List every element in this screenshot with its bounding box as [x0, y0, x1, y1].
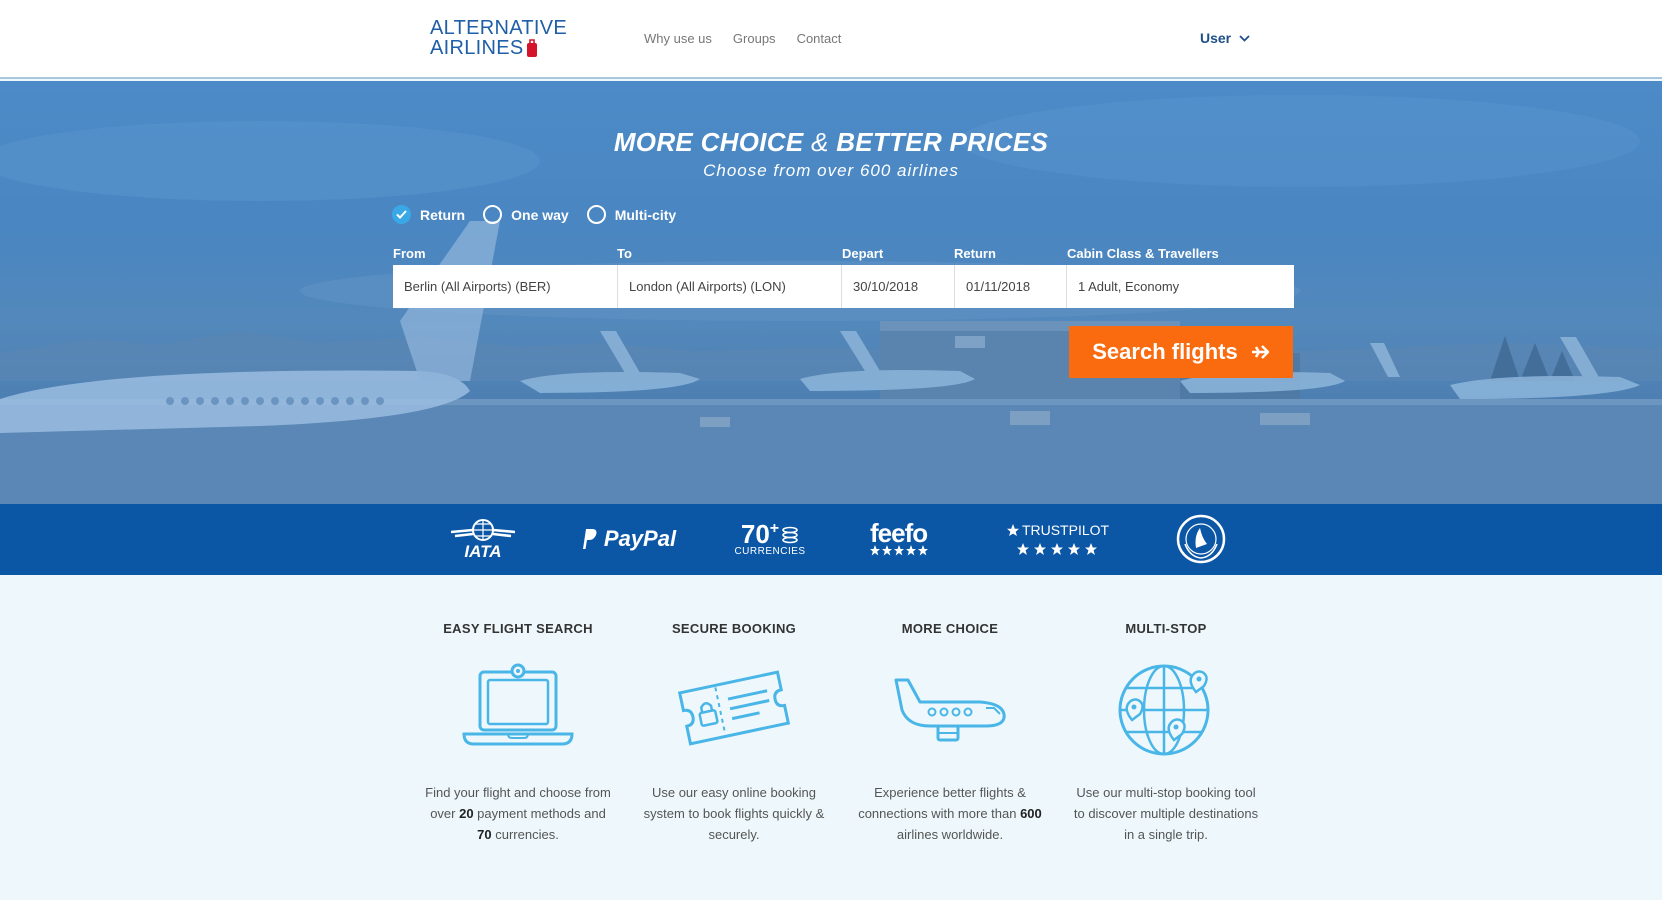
chevron-down-icon [1239, 34, 1250, 42]
feefo-text: feefo [870, 518, 928, 548]
features-section: EASY FLIGHT SEARCH Find your flight and … [0, 575, 1662, 900]
iata-globe-icon [451, 519, 515, 541]
trip-type-radios: Return One way Multi-city [392, 205, 676, 224]
user-menu[interactable]: User [1200, 30, 1250, 46]
atol-protected-logo [1176, 514, 1226, 564]
feature-title: SECURE BOOKING [671, 621, 797, 636]
currencies-badge: 70 + CURRENCIES [734, 514, 806, 564]
feature-title: MORE CHOICE [901, 621, 999, 636]
trustpilot-text: TRUSTPILOT [1021, 522, 1110, 538]
depart-label: Depart [842, 246, 884, 261]
nav-contact[interactable]: Contact [797, 31, 842, 46]
feature-more-choice: MORE CHOICE Experience better flights & … [855, 575, 1045, 845]
trust-bar: IATA PayPal 70 + CURRENCIES feefo TRUSTP… [0, 504, 1662, 575]
paypal-badge: PayPal [578, 514, 678, 564]
airplane-icon [894, 678, 1006, 742]
hero-title-amp: & [811, 127, 829, 157]
iata-badge: IATA [448, 514, 518, 564]
feature-text: payment methods and [473, 806, 606, 821]
paypal-p-icon [582, 529, 597, 549]
search-flights-button[interactable]: Search flights [1069, 326, 1293, 378]
hero-subtitle: Choose from over 600 airlines [703, 161, 959, 180]
feature-text: airlines worldwide. [896, 827, 1004, 842]
site-logo[interactable]: ALTERNATIVE AIRLINES [430, 18, 570, 60]
iata-text: IATA [464, 542, 502, 561]
main-nav: Why use us Groups Contact [644, 31, 841, 46]
ticket-lock-icon [677, 670, 791, 746]
to-label: To [617, 246, 632, 261]
currencies-plus: + [769, 519, 780, 537]
nav-why-use-us[interactable]: Why use us [644, 31, 712, 46]
to-input[interactable]: London (All Airports) (LON) [618, 265, 842, 308]
feefo-badge: feefo [870, 514, 960, 564]
feature-description: Find your flight and choose from over 20… [423, 782, 613, 845]
trip-type-return-label: Return [420, 206, 466, 223]
laptop-icon [462, 663, 574, 746]
currencies-number: 70 [740, 518, 770, 549]
airplane-icon [1251, 345, 1269, 359]
radio-unchecked-icon [483, 205, 503, 224]
radio-checked-icon [392, 205, 411, 224]
hero-title: MORE CHOICE & BETTER PRICES [0, 127, 1662, 158]
trip-type-multi-city-label: Multi-city [614, 206, 677, 223]
hero-title-part1: MORE CHOICE [613, 127, 804, 157]
trustpilot-stars-icon [1017, 543, 1097, 555]
feature-description: Experience better flights & connections … [855, 782, 1045, 845]
feature-text: currencies. [491, 827, 559, 842]
feature-text: Experience better flights & connections … [858, 785, 1026, 821]
atol-badge [1175, 513, 1227, 565]
currencies-label: CURRENCIES [734, 545, 806, 557]
cabin-travellers-select[interactable]: 1 Adult, Economy [1067, 265, 1294, 308]
feefo-stars-icon [870, 545, 928, 556]
from-input[interactable]: Berlin (All Airports) (BER) [393, 265, 618, 308]
nav-groups[interactable]: Groups [733, 31, 776, 46]
trip-type-one-way-label: One way [511, 206, 569, 223]
feature-secure-booking: SECURE BOOKING Use our easy online booki… [639, 575, 829, 845]
feature-description: Use our multi-stop booking tool to disco… [1073, 785, 1259, 842]
feature-multi-stop: MULTI-STOP Use our multi-stop booking to… [1071, 575, 1261, 845]
feature-easy-flight-search: EASY FLIGHT SEARCH Find your flight and … [423, 575, 613, 845]
logo-line1: ALTERNATIVE [430, 17, 568, 39]
trip-type-one-way[interactable]: One way [483, 205, 569, 224]
feature-title: EASY FLIGHT SEARCH [443, 621, 593, 636]
trip-type-return[interactable]: Return [392, 205, 465, 224]
trustpilot-star-icon [1006, 524, 1019, 536]
feature-text-bold: 600 [1020, 806, 1042, 821]
feature-description: Use our easy online booking system to bo… [643, 785, 825, 842]
cabin-label: Cabin Class & Travellers [1067, 246, 1219, 261]
paypal-text: PayPal [603, 526, 677, 551]
coins-icon [782, 526, 798, 543]
search-form: Berlin (All Airports) (BER) London (All … [393, 265, 1294, 308]
feature-text-bold: 20 [459, 806, 474, 821]
search-flights-label: Search flights [1092, 339, 1238, 364]
luggage-tag-icon [527, 39, 537, 57]
radio-unchecked-icon [586, 205, 606, 224]
depart-date-input[interactable]: 30/10/2018 [842, 265, 955, 308]
user-menu-label: User [1200, 30, 1232, 46]
hero-section: MORE CHOICE & BETTER PRICES Choose from … [0, 81, 1662, 504]
feature-text-bold: 70 [477, 827, 492, 842]
trip-type-multi-city[interactable]: Multi-city [586, 205, 677, 224]
hero-title-part2: BETTER PRICES [836, 127, 1049, 157]
feature-title: MULTI-STOP [1125, 621, 1207, 636]
return-date-input[interactable]: 01/11/2018 [955, 265, 1067, 308]
from-label: From [393, 246, 426, 261]
globe-pins-icon [1118, 664, 1210, 756]
return-label: Return [954, 246, 996, 261]
logo-line2: AIRLINES [430, 37, 524, 59]
trustpilot-badge: TRUSTPILOT [1006, 514, 1109, 564]
site-header: ALTERNATIVE AIRLINES Why use us Groups C… [0, 0, 1662, 79]
